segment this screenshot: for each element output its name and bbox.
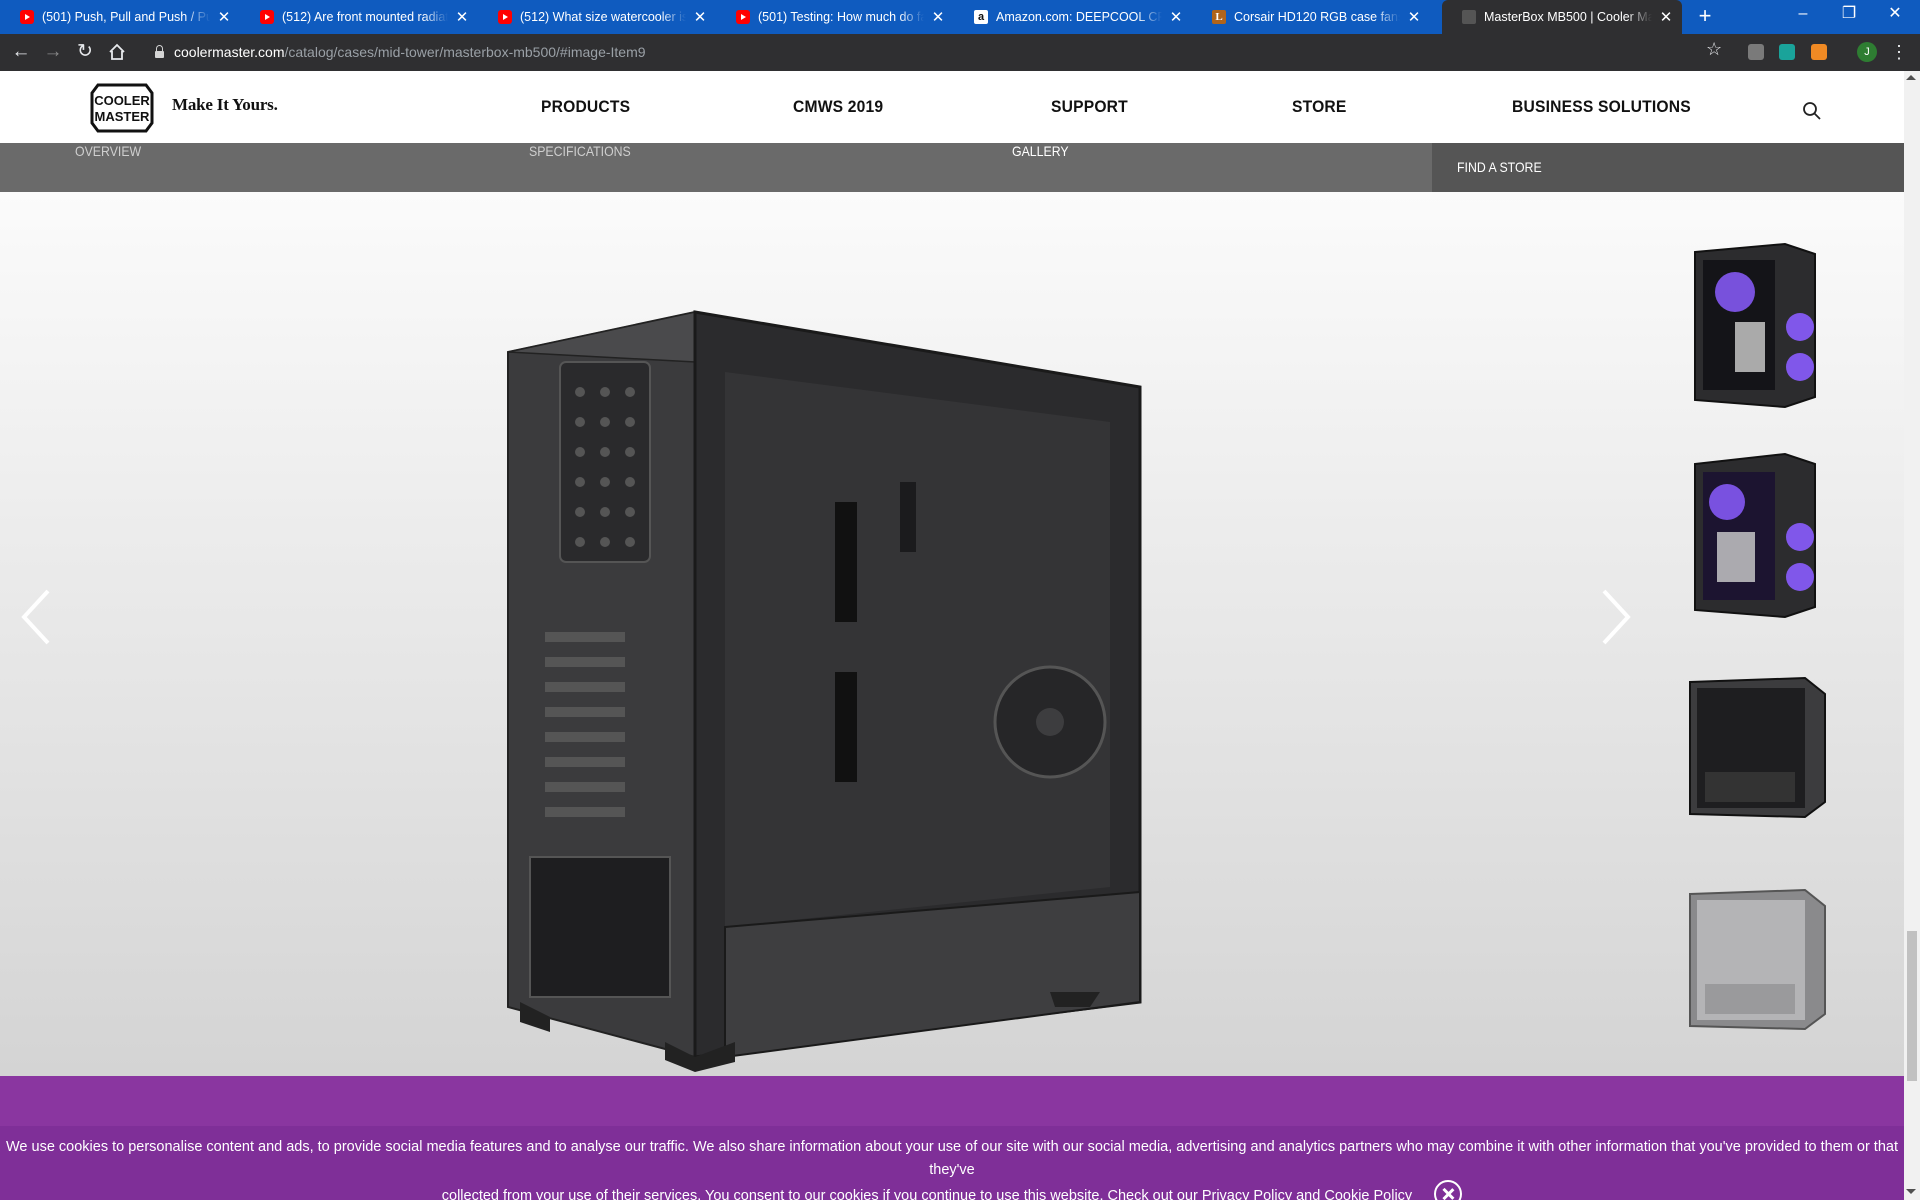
- browser-menu-icon[interactable]: ⋮: [1890, 40, 1908, 64]
- nav-business-solutions[interactable]: BUSINESS SOLUTIONS: [1512, 97, 1691, 117]
- forward-icon[interactable]: →: [39, 38, 67, 66]
- tab-masterbox-active[interactable]: MasterBox MB500 | Cooler Maste ✕: [1442, 0, 1682, 34]
- cookie-close-icon[interactable]: [1434, 1180, 1463, 1200]
- coolermaster-icon: [1462, 10, 1476, 24]
- lock-icon: [155, 44, 164, 58]
- cookie-text-line-1: We use cookies to personalise content an…: [5, 1139, 1898, 1178]
- site-header: COOLER MASTER Make It Yours. PRODUCTS CM…: [0, 71, 1904, 143]
- tab-close-icon[interactable]: ✕: [1406, 8, 1422, 26]
- browser-toolbar: ← → ↻ coolermaster.com/catalog/cases/mid…: [0, 34, 1920, 71]
- minimize-icon[interactable]: –: [1780, 0, 1826, 30]
- profile-avatar[interactable]: J: [1857, 42, 1877, 62]
- nav-products[interactable]: PRODUCTS: [541, 97, 630, 117]
- gallery-thumbnail[interactable]: [1675, 864, 1835, 1044]
- forum-icon: L: [1212, 10, 1226, 24]
- gallery-thumbnail[interactable]: [1675, 232, 1835, 412]
- tab-close-icon[interactable]: ✕: [1168, 8, 1184, 26]
- extension-icon[interactable]: [1779, 44, 1795, 60]
- extension-icon[interactable]: [1811, 44, 1827, 60]
- product-subnav: OVERVIEW SPECIFICATIONS GALLERY FIND A S…: [0, 143, 1904, 192]
- nav-support[interactable]: SUPPORT: [1051, 97, 1128, 117]
- tab-youtube-push-pull[interactable]: (501) Push, Pull and Push / Pull s ✕: [0, 0, 240, 34]
- gallery-thumbnail[interactable]: [1675, 652, 1835, 832]
- cookie-banner: We use cookies to personalise content an…: [0, 1126, 1904, 1200]
- main-product-image: [507, 310, 1142, 1072]
- browser-tab-strip: (501) Push, Pull and Push / Pull s ✕ (51…: [0, 0, 1920, 34]
- gallery-prev-arrow-icon[interactable]: [18, 587, 54, 647]
- tab-close-icon[interactable]: ✕: [930, 8, 946, 26]
- brand-tagline: Make It Yours.: [172, 95, 278, 114]
- tab-title: Corsair HD120 RGB case fans? - /: [1234, 10, 1400, 24]
- find-a-store-label: FIND A STORE: [1457, 159, 1542, 175]
- cookie-text-line-2: collected from your use of their service…: [441, 1187, 1198, 1200]
- logo-text: MASTER: [95, 109, 151, 124]
- youtube-icon: [498, 10, 512, 24]
- restore-icon[interactable]: ❐: [1826, 0, 1872, 30]
- product-gallery: [0, 192, 1904, 1122]
- youtube-icon: [260, 10, 274, 24]
- youtube-icon: [736, 10, 750, 24]
- tab-youtube-radiator[interactable]: (512) Are front mounted radiator ✕: [240, 0, 478, 34]
- cookie-policy-link[interactable]: Cookie Policy: [1324, 1188, 1412, 1200]
- window-close-icon[interactable]: ✕: [1872, 0, 1918, 30]
- logo-text: COOLER: [94, 93, 150, 108]
- cooler-master-logo[interactable]: COOLER MASTER: [90, 83, 154, 133]
- tab-youtube-watercooler[interactable]: (512) What size watercooler is rig ✕: [478, 0, 716, 34]
- subnav-gallery[interactable]: GALLERY: [1012, 143, 1069, 192]
- search-icon[interactable]: [1802, 101, 1822, 121]
- gallery-thumbnail[interactable]: [1675, 442, 1835, 622]
- tab-title: (501) Testing: How much do fan o: [758, 10, 924, 24]
- nav-store[interactable]: STORE: [1292, 97, 1347, 117]
- cookie-and-text: and: [1296, 1187, 1321, 1200]
- tab-close-icon[interactable]: ✕: [1658, 8, 1674, 26]
- url-host: coolermaster.com: [174, 44, 285, 60]
- page-viewport: COOLER MASTER Make It Yours. PRODUCTS CM…: [0, 71, 1920, 1200]
- scroll-up-arrow-icon[interactable]: [1906, 75, 1916, 80]
- tab-title: (501) Push, Pull and Push / Pull s: [42, 10, 210, 24]
- find-a-store-button[interactable]: FIND A STORE: [1432, 143, 1904, 192]
- extension-icon[interactable]: [1748, 44, 1764, 60]
- tab-title: MasterBox MB500 | Cooler Maste: [1484, 10, 1652, 24]
- scroll-down-arrow-icon[interactable]: [1906, 1189, 1916, 1194]
- home-icon[interactable]: [103, 38, 131, 66]
- tab-youtube-fan-testing[interactable]: (501) Testing: How much do fan o ✕: [716, 0, 954, 34]
- back-icon[interactable]: ←: [7, 38, 35, 66]
- tab-title: (512) Are front mounted radiator: [282, 10, 448, 24]
- tab-amazon-deepcool[interactable]: a Amazon.com: DEEPCOOL CF120 ✕: [954, 0, 1192, 34]
- tab-close-icon[interactable]: ✕: [216, 8, 232, 26]
- tab-close-icon[interactable]: ✕: [692, 8, 708, 26]
- tab-close-icon[interactable]: ✕: [454, 8, 470, 26]
- subnav-overview[interactable]: OVERVIEW: [75, 143, 141, 192]
- amazon-icon: a: [974, 10, 988, 24]
- scrollbar-thumb[interactable]: [1907, 931, 1917, 1081]
- tab-title: (512) What size watercooler is rig: [520, 10, 686, 24]
- bookmark-star-icon[interactable]: ☆: [1706, 39, 1722, 60]
- nav-cmws-2019[interactable]: CMWS 2019: [793, 97, 883, 117]
- url-path: /catalog/cases/mid-tower/masterbox-mb500…: [284, 44, 646, 60]
- address-bar[interactable]: coolermaster.com/catalog/cases/mid-tower…: [143, 38, 1724, 66]
- gallery-next-arrow-icon[interactable]: [1598, 587, 1634, 647]
- youtube-icon: [20, 10, 34, 24]
- tab-title: Amazon.com: DEEPCOOL CF120: [996, 10, 1162, 24]
- subnav-specifications[interactable]: SPECIFICATIONS: [529, 143, 631, 192]
- privacy-policy-link[interactable]: Privacy Policy: [1202, 1188, 1292, 1200]
- reload-icon[interactable]: ↻: [71, 38, 99, 66]
- tab-corsair-forum[interactable]: L Corsair HD120 RGB case fans? - / ✕: [1192, 0, 1430, 34]
- new-tab-icon[interactable]: +: [1693, 0, 1717, 34]
